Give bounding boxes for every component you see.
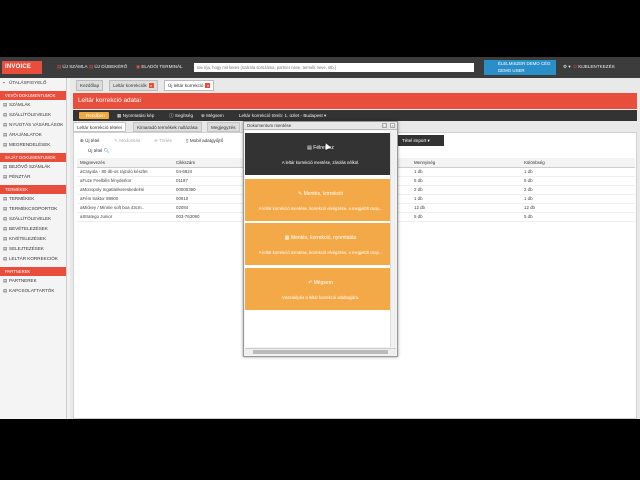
save-document-dialog: Dokumentum mentése □ × ▤ Félretesz A lel… [243, 121, 398, 357]
close-icon[interactable]: × [148, 83, 154, 88]
mobile-collector-button[interactable]: ▯ Mobil adatgyűjtő [186, 136, 223, 146]
sidebar-item[interactable]: ▤ TERMÉKEK [0, 194, 66, 204]
dialog-title: Dokumentum mentése □ × [244, 122, 397, 130]
maximize-icon[interactable]: □ [382, 123, 387, 128]
sidebar-item[interactable]: ▤ SZÁLLÍTÓLEVELEK [0, 110, 66, 120]
sidebar-item[interactable]: ▤ SZÁLLÍTÓLEVELEK [0, 214, 66, 224]
option-cancel[interactable]: ↶ Mégsem Visszalépés a leltár korrekció … [245, 268, 396, 310]
dialog-horizontal-scrollbar[interactable] [245, 348, 396, 355]
document-icon: ▤ [89, 64, 94, 69]
delete-button[interactable]: ⊖ Törlés [154, 136, 172, 146]
printer-icon: ▦ [284, 235, 290, 241]
sidebar-item[interactable]: ▤ KAPCSOLATTARTÓK [0, 286, 66, 296]
sidebar-item[interactable]: ▤ BEVÉTELEZÉSEK [0, 224, 66, 234]
scrollbar-thumb[interactable] [253, 350, 388, 354]
top-bar: INVOICE ▤ÚJ SZÁMLA ▤ÚJ DÍJBEKÉRŐ ▣ELADÓI… [0, 57, 640, 78]
sidebar-item[interactable]: ▤ PÉNZTÁR [0, 172, 66, 182]
company-badge[interactable]: ÉLELMISZER DEMO CÉG DEMO USER [484, 60, 556, 75]
printer-icon: ▦ [117, 113, 122, 118]
global-search-input[interactable] [194, 63, 474, 72]
cart-icon: ▣ [136, 64, 141, 69]
pencil-icon: ✎ [114, 138, 118, 143]
tab-new-inventory-correction[interactable]: Új leltár korrekció × [164, 80, 215, 91]
sidebar-item[interactable]: ▤ NYUGTÁS VÁSÁRLÁSOK [0, 120, 66, 130]
save-button[interactable]: Rendben [79, 112, 109, 119]
sidebar-item[interactable]: ▤ MEGRENDELÉSEK [0, 140, 66, 150]
pos-button[interactable]: ▣ELADÓI TERMINÁL [136, 64, 183, 70]
cancel-button[interactable]: ⊗ Mégsem [201, 112, 224, 119]
chevron-down-icon[interactable]: ▾ [568, 64, 570, 69]
item-search-row[interactable]: Új tétel 🔍︎ [88, 148, 109, 154]
close-icon[interactable]: × [205, 83, 211, 88]
sidebar-item[interactable]: ▤ PARTNEREK [0, 276, 66, 286]
sidebar-item[interactable]: ▤ TERMÉKCSOPORTOK [0, 204, 66, 214]
back-icon: ↶ [308, 280, 313, 286]
plus-icon: ⊕ [80, 138, 84, 143]
new-invoice-button[interactable]: ▤ÚJ SZÁMLA [57, 64, 88, 70]
page-title: Leltár korrekció adatai [73, 93, 637, 109]
new-offer-button[interactable]: ▤ÚJ DÍJBEKÉRŐ [89, 64, 127, 70]
subtab-note[interactable]: Megjegyzés [207, 122, 240, 132]
column-header[interactable]: Különbség [521, 158, 635, 168]
video-subtitle: A Félretesz nyomógomb segítségével lehet… [165, 368, 475, 380]
tab-inventory-corrections[interactable]: Leltár korrekciók × [109, 80, 158, 91]
logo: INVOICE [2, 61, 42, 74]
sidebar-section-head: PARTNEREK [0, 267, 66, 276]
dialog-vertical-scrollbar[interactable] [390, 131, 396, 347]
chevron-down-icon: ▾ [324, 113, 327, 118]
video-frame: INVOICE ▤ÚJ SZÁMLA ▤ÚJ DÍJBEKÉRŐ ▣ELADÓI… [0, 0, 640, 480]
search-icon[interactable]: 🔍︎ [104, 148, 110, 153]
option-set-aside[interactable]: ▤ Félretesz A leltár korrekció mentése, … [245, 133, 396, 175]
column-header[interactable]: Megnevezés [77, 158, 173, 168]
subtab-items[interactable]: Leltár korrekció tételei [73, 122, 126, 132]
document-icon: ▤ [307, 145, 312, 151]
tab-home[interactable]: Kezdőlap [76, 80, 104, 91]
phone-icon: ▯ [186, 138, 189, 143]
column-header[interactable]: Mennyiség [411, 158, 521, 168]
item-import-button[interactable]: Tétel import ▾ [398, 135, 444, 146]
sidebar-item[interactable]: ▤ BEJÖVŐ SZÁMLÁK [0, 162, 66, 172]
sidebar-item-inventory-correction[interactable]: ▤ LELTÁR KORREKCIÓK [0, 254, 66, 264]
option-save-correction[interactable]: ✎ Mentés, korrekció A leltár korrekció m… [245, 179, 396, 221]
option-save-correction-print[interactable]: ▦ Mentés, korrekció, nyomtatás A leltár … [245, 223, 396, 265]
subtab-zero-missing[interactable]: Kimaradó termékek nullázása [133, 122, 202, 132]
top-right-controls: ⚙ ▾ ⏻ KIJELENTKEZÉS [563, 64, 615, 70]
pencil-icon: ✎ [297, 191, 303, 197]
store-selector[interactable]: Leltár korrekció tömb: 1. üzlet - Budape… [239, 112, 326, 119]
cancel-icon: ⊗ [201, 113, 205, 118]
sidebar-section-head: TERMÉKEK [0, 185, 66, 194]
close-icon[interactable]: × [390, 123, 395, 128]
sidebar-item[interactable]: ▤ ÁRAJÁNLATOK [0, 130, 66, 140]
print-preview-button[interactable]: ▦ Nyomtatási kép [117, 112, 154, 119]
chevron-down-icon: ▾ [427, 138, 430, 143]
sidebar-item-transfer-monitor[interactable]: ▪ ÜTALÁSFIGYELŐ [0, 78, 66, 88]
dialog-body: ▤ Félretesz A leltár korrekció mentése, … [245, 131, 396, 347]
form-toolbar: Rendben ▦ Nyomtatási kép ⓘ Segítség ⊗ Mé… [73, 110, 637, 121]
sidebar-item[interactable]: ▤ KIVÉTELEZÉSEK [0, 234, 66, 244]
logout-button[interactable]: KIJELENTKEZÉS [578, 64, 615, 69]
sidebar-item[interactable]: ▤ SELEJTEZÉSEK [0, 244, 66, 254]
edit-button[interactable]: ✎ Módosítás [114, 136, 140, 146]
gear-icon[interactable]: ⚙ [563, 64, 567, 69]
logout-icon: ⏻ [573, 64, 577, 69]
sidebar-section-head: SAJÁT DOKUMENTUMOK [0, 153, 66, 162]
help-icon: ⓘ [169, 113, 174, 118]
sidebar-item[interactable]: ▤ SZÁMLÁK [0, 100, 66, 110]
new-item-button[interactable]: ⊕ Új tétel [80, 136, 99, 146]
sidebar-section-head: VEVŐI DOKUMENTUMOK [0, 91, 66, 100]
help-button[interactable]: ⓘ Segítség [169, 112, 193, 119]
minus-icon: ⊖ [154, 138, 158, 143]
document-icon: ▤ [57, 64, 62, 69]
